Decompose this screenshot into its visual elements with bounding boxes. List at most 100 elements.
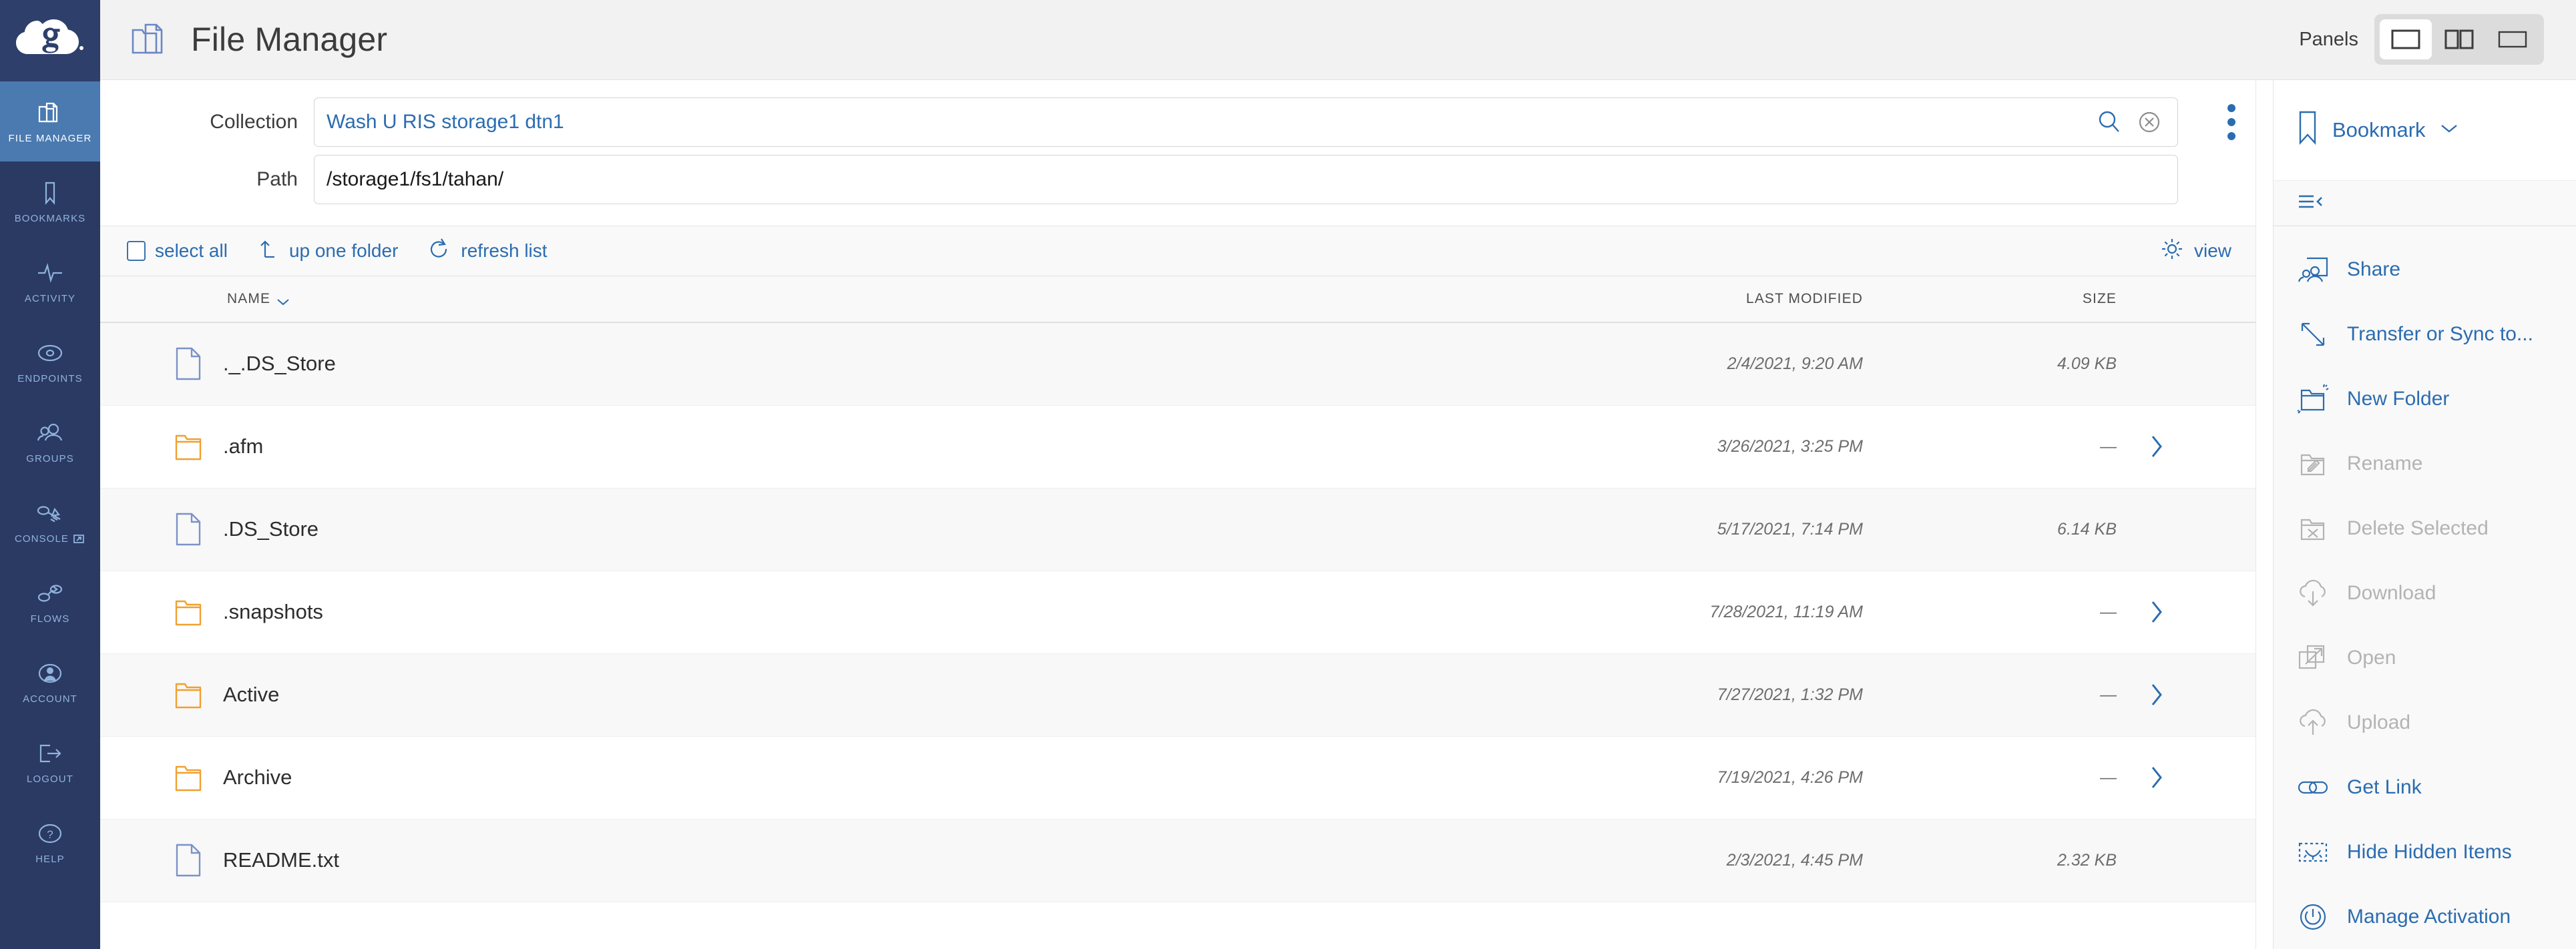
action-item-share[interactable]: Share [2274,237,2576,302]
action-item-hide-hidden-items[interactable]: Hide Hidden Items [2274,820,2576,884]
action-item-label: Delete Selected [2347,517,2489,539]
action-item-download: Download [2274,561,2576,625]
table-row[interactable]: Archive 7/19/2021, 4:26 PM — [100,736,2256,820]
collection-path-fields: Collection Wash U RIS storage1 dtn1 Path… [100,80,2256,226]
file-manager-app: File Manager Bookmarks Activity Endpoint… [0,0,2576,949]
panels-toggle-group [2374,14,2544,65]
table-row[interactable]: ._.DS_Store 2/4/2021, 9:20 AM 4.09 KB [100,322,2256,406]
sidebar-item-bookmarks[interactable]: Bookmarks [0,162,100,242]
action-item-new-folder[interactable]: New Folder [2274,366,2576,431]
sidebar-item-help[interactable]: ? Help [0,802,100,882]
sidebar-item-label: Console [14,533,69,545]
delete-folder-icon [2296,513,2330,544]
up-arrow-icon [257,237,280,264]
row-last-modified: 3/26/2021, 3:25 PM [1717,436,1863,456]
bookmark-button[interactable]: Bookmark [2274,80,2576,181]
bookmark-icon [35,180,65,206]
search-icon[interactable] [2096,109,2123,135]
select-all-button[interactable]: select all [127,240,228,262]
sidebar-item-file-manager[interactable]: File Manager [0,81,100,162]
bookmark-label: Bookmark [2332,117,2426,141]
sidebar-item-label: File Manager [8,132,92,144]
sidebar-item-flows[interactable]: Flows [0,562,100,642]
view-label: view [2193,240,2231,261]
vertical-dots-icon [2227,131,2235,140]
select-all-checkbox[interactable] [127,240,146,261]
row-size: 4.09 KB [2057,354,2117,373]
path-input[interactable]: /storage1/fs1/tahan/ [314,154,2178,204]
refresh-list-button[interactable]: refresh list [427,236,548,265]
sidebar-item-groups[interactable]: Groups [0,402,100,482]
collapse-panel-button[interactable] [2274,180,2576,226]
path-row: Path /storage1/fs1/tahan/ [100,154,2256,204]
sidebar-item-console[interactable]: Console [0,482,100,562]
row-open-arrow[interactable] [2117,682,2197,707]
link-chain-icon [2296,772,2330,803]
globus-logo[interactable] [0,0,100,81]
row-open-arrow[interactable] [2117,599,2197,625]
file-list: NAME LAST MODIFIED SIZE ._.DS_Store 2/4/… [100,276,2256,949]
chevron-down-icon [2439,122,2459,137]
column-header-size[interactable]: SIZE [1863,291,2117,307]
folder-icon [174,595,203,629]
view-options-button[interactable]: view [2135,236,2256,265]
table-row[interactable]: Active 7/27/2021, 1:32 PM — [100,653,2256,737]
cloud-upload-icon [2296,707,2330,738]
up-one-folder-label: up one folder [288,240,399,261]
clear-circle-icon[interactable] [2136,109,2163,135]
sidebar-item-activity[interactable]: Activity [0,242,100,322]
table-row[interactable]: .DS_Store 5/17/2021, 7:14 PM 6.14 KB [100,488,2256,571]
svg-text:?: ? [47,828,53,841]
table-row[interactable]: .afm 3/26/2021, 3:25 PM — [100,405,2256,489]
action-item-label: Transfer or Sync to... [2347,322,2533,345]
file-icon [174,346,203,381]
row-open-arrow[interactable] [2117,434,2197,459]
action-item-manage-activation[interactable]: Manage Activation [2274,884,2576,949]
hidden-eye-icon [2296,837,2330,868]
bookmark-icon [2296,109,2319,150]
endpoint-disc-icon [35,340,65,366]
row-name-cell: README.txt [100,843,1542,878]
row-name-label: Active [223,683,280,707]
sidebar-item-account[interactable]: Account [0,642,100,722]
up-one-folder-button[interactable]: up one folder [257,237,398,264]
person-circle-icon [35,660,65,687]
table-row[interactable]: README.txt 2/3/2021, 4:45 PM 2.32 KB [100,819,2256,902]
action-item-rename: Rename [2274,431,2576,496]
path-label: Path [256,168,298,190]
list-scrollbar[interactable] [2256,79,2273,949]
collection-row: Collection Wash U RIS storage1 dtn1 [100,97,2256,147]
select-all-label: select all [155,240,228,261]
primary-sidebar: File Manager Bookmarks Activity Endpoint… [0,0,100,949]
sidebar-item-label: Bookmarks [14,212,86,224]
table-row[interactable]: .snapshots 7/28/2021, 11:19 AM — [100,571,2256,654]
action-item-transfer-or-sync-to[interactable]: Transfer or Sync to... [2274,302,2576,366]
collection-label: Collection [210,110,298,133]
row-last-modified: 7/19/2021, 4:26 PM [1717,767,1863,787]
panels-label: Panels [2299,28,2358,50]
row-size: — [2100,602,2117,621]
single-panel-button[interactable] [2380,19,2432,60]
row-name-label: .afm [223,434,264,458]
column-label: NAME [227,290,271,306]
row-last-modified: 2/4/2021, 9:20 AM [1727,354,1863,373]
activity-pulse-icon [35,260,65,286]
sidebar-item-label: Activity [24,292,76,304]
sidebar-item-endpoints[interactable]: Endpoints [0,322,100,402]
transfer-panel-button[interactable] [2487,19,2539,59]
row-name-label: .DS_Store [223,517,319,541]
two-panel-button[interactable] [2433,19,2485,59]
action-item-get-link[interactable]: Get Link [2274,755,2576,820]
column-header-last-modified[interactable]: LAST MODIFIED [1542,291,1863,307]
sidebar-item-logout[interactable]: Logout [0,722,100,802]
file-list-header: NAME LAST MODIFIED SIZE [100,276,2256,323]
collection-options-menu[interactable] [2207,97,2256,147]
main-area: File Manager Panels Collection Wash U RI… [100,0,2576,949]
column-header-name[interactable]: NAME [100,291,1542,307]
collection-input[interactable]: Wash U RIS storage1 dtn1 [314,97,2178,147]
folders-icon [35,99,65,126]
row-last-modified: 5/17/2021, 7:14 PM [1717,519,1863,539]
action-item-label: Hide Hidden Items [2347,840,2512,863]
chevron-right-icon [2149,765,2164,790]
row-open-arrow[interactable] [2117,765,2197,790]
